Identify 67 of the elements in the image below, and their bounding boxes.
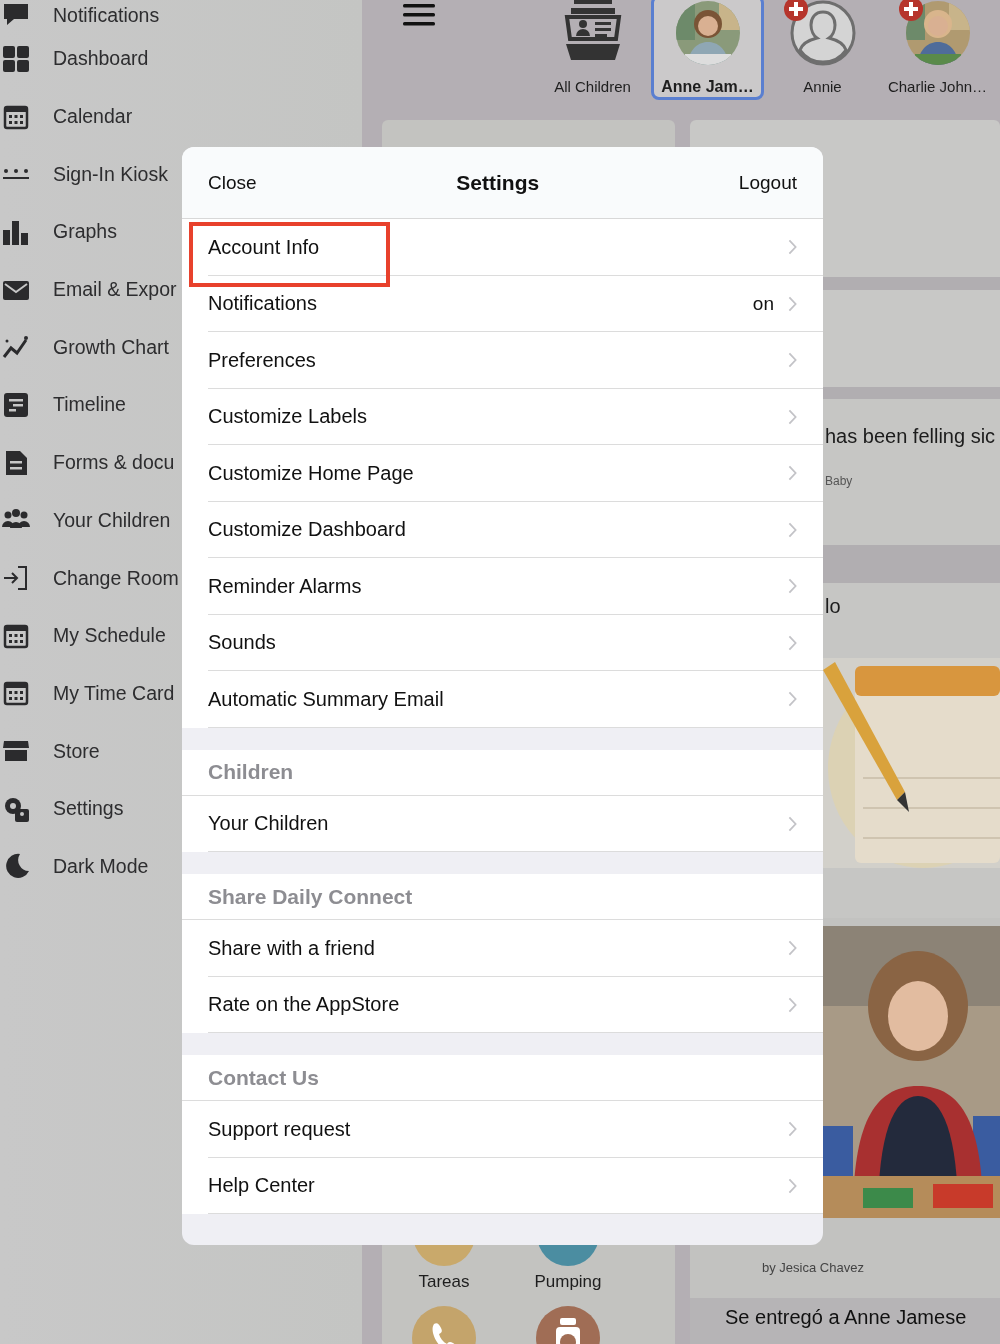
action-label[interactable]: Tareas	[418, 1272, 470, 1292]
chevron-icon	[788, 578, 797, 595]
post-text: lo	[824, 594, 842, 618]
settings-row[interactable]: Customize Dashboard	[182, 501, 823, 558]
menu-item[interactable]: My Schedule	[53, 624, 166, 648]
timeline-entry[interactable]: Se entregó a Anne Jamese	[690, 1297, 1000, 1344]
chevron-icon	[788, 940, 797, 957]
settings-row[interactable]: Account Info	[182, 219, 823, 276]
logout-button[interactable]: Logout	[738, 171, 797, 194]
section-header: Contact Us	[208, 1065, 319, 1090]
menu-item[interactable]: Store	[53, 739, 100, 763]
settings-row[interactable]: Automatic Summary Email	[182, 671, 823, 728]
menu-item[interactable]: Sign-In Kiosk	[53, 162, 168, 186]
chevron-icon	[788, 1177, 797, 1194]
settings-row[interactable]: Help Center	[182, 1157, 823, 1214]
settings-row[interactable]: Notifications on	[182, 275, 823, 332]
chevron-icon	[788, 521, 797, 538]
menu-item[interactable]: Calendar	[53, 105, 133, 129]
menu-item[interactable]: My Time Card	[53, 681, 175, 705]
author-text: by Jesica Chavez	[762, 1259, 864, 1275]
child-tab[interactable]: All Children	[535, 0, 650, 100]
settings-row[interactable]: Sounds	[182, 614, 823, 671]
menu-item[interactable]: Dark Mode	[53, 854, 149, 878]
action-label[interactable]: Pumping	[534, 1272, 602, 1292]
chevron-icon	[788, 239, 797, 256]
menu-item[interactable]: Growth Chart	[53, 335, 169, 359]
chevron-icon	[788, 996, 797, 1013]
settings-row[interactable]: Customize Labels	[182, 388, 823, 445]
settings-row[interactable]: Share with a friend	[182, 920, 823, 977]
post-tag: Baby	[825, 474, 1000, 489]
chevron-icon	[788, 465, 797, 482]
child-tab[interactable]: Annie	[765, 0, 880, 100]
section-header: Share Daily Connect	[208, 884, 413, 909]
menu-item[interactable]: Notifications	[53, 3, 160, 27]
settings-row[interactable]: Rate on the AppStore	[182, 976, 823, 1033]
note-icon	[2, 390, 30, 419]
dashboard-icon	[2, 44, 30, 73]
menu-item[interactable]: Forms & docu	[53, 451, 175, 475]
close-button[interactable]: Close	[208, 171, 257, 194]
settings-row[interactable]: Your Children	[182, 795, 823, 852]
chevron-icon	[788, 691, 797, 708]
sheet-title: Settings	[456, 170, 540, 195]
person-icon	[789, 0, 856, 66]
settings-row[interactable]: Reminder Alarms	[182, 558, 823, 615]
chevron-icon	[788, 815, 797, 832]
menu-item[interactable]: Your Children	[53, 508, 171, 532]
menu-item[interactable]: Email & Expor	[53, 278, 177, 302]
chevron-icon	[788, 1121, 797, 1138]
chevron-icon	[788, 408, 797, 425]
menu-item[interactable]: Change Room	[53, 566, 179, 590]
child-tab[interactable]: Anne Jam…	[651, 0, 764, 100]
enter-icon	[2, 564, 30, 593]
chevron-icon	[788, 634, 797, 651]
menu-item[interactable]: Timeline	[53, 393, 126, 417]
menu-item[interactable]: Graphs	[53, 220, 117, 244]
chevron-icon	[788, 295, 797, 312]
settings-row[interactable]: Customize Home Page	[182, 445, 823, 502]
post-text: has been felling sic	[825, 425, 997, 449]
child-tab[interactable]: Charlie John…	[880, 0, 995, 100]
settings-row[interactable]: Preferences	[182, 332, 823, 389]
calendar-icon	[2, 679, 30, 708]
section-header: Children	[208, 760, 294, 784]
chevron-icon	[788, 352, 797, 369]
menu-icon[interactable]	[403, 4, 435, 26]
menu-item[interactable]: Settings	[53, 797, 124, 821]
menu-item[interactable]: Dashboard	[53, 47, 149, 71]
settings-row[interactable]: Support request	[182, 1101, 823, 1158]
